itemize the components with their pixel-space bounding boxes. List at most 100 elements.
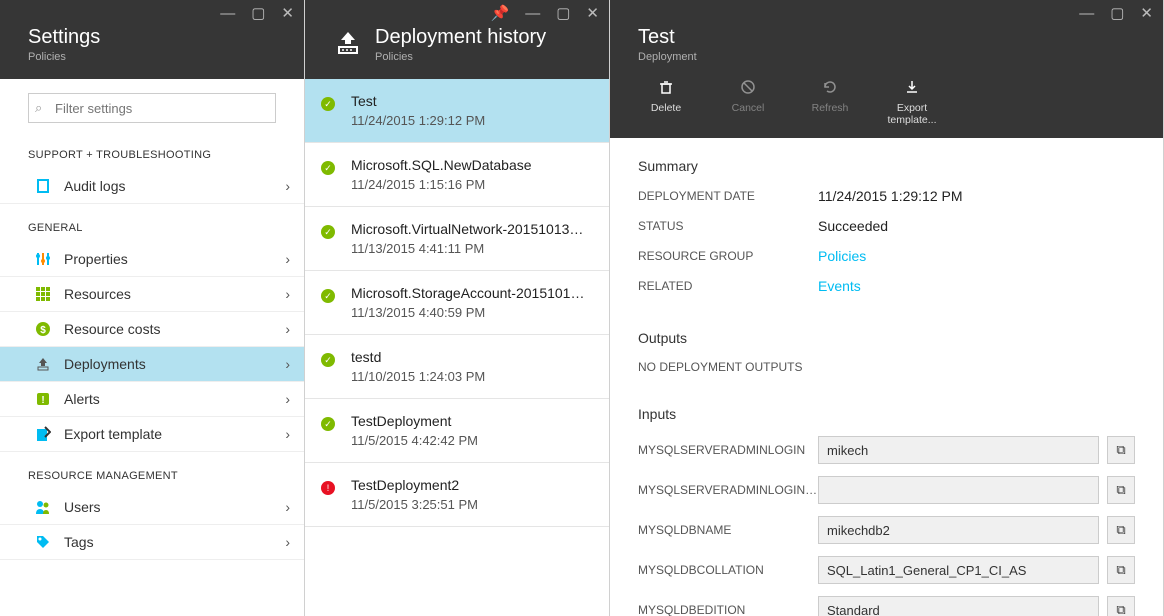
export-button[interactable]: Export template... <box>886 79 938 126</box>
input-row: MYSQLSERVERADMINLOGINmikech⧉ <box>638 436 1135 464</box>
history-list: ✓Test11/24/2015 1:29:12 PM✓Microsoft.SQL… <box>305 79 609 616</box>
menu-label: Alerts <box>64 391 285 407</box>
maximize-icon[interactable]: ▢ <box>556 6 570 21</box>
deployment-row[interactable]: ✓Microsoft.SQL.NewDatabase11/24/2015 1:1… <box>305 143 609 207</box>
deployment-date: 11/13/2015 4:40:59 PM <box>351 305 591 320</box>
filter-settings-input[interactable] <box>28 93 276 123</box>
chevron-right-icon: › <box>285 321 290 337</box>
menu-item-alerts[interactable]: ! Alerts› <box>0 382 304 417</box>
menu-item-resources[interactable]: Resources› <box>0 277 304 312</box>
cmd-label: Refresh <box>812 103 849 115</box>
input-value[interactable] <box>818 476 1099 504</box>
input-value[interactable]: mikechdb2 <box>818 516 1099 544</box>
input-value[interactable]: mikech <box>818 436 1099 464</box>
detail-header: — ▢ ✕ Test Deployment DeleteCancelRefres… <box>610 0 1163 138</box>
minimize-icon[interactable]: — <box>525 6 540 21</box>
settings-header: — ▢ ✕ Settings Policies <box>0 0 304 79</box>
success-icon: ✓ <box>321 289 335 303</box>
outputs-empty-text: NO DEPLOYMENT OUTPUTS <box>638 360 1135 374</box>
input-value[interactable]: SQL_Latin1_General_CP1_CI_AS <box>818 556 1099 584</box>
chevron-right-icon: › <box>285 356 290 372</box>
chevron-right-icon: › <box>285 178 290 194</box>
input-key: MYSQLDBEDITION <box>638 603 818 616</box>
input-row: MYSQLDBEDITIONStandard ⧉ <box>638 596 1135 616</box>
summary-key: RELATED <box>638 279 818 293</box>
cmd-label: Export template... <box>886 103 938 126</box>
trash-icon <box>658 79 674 99</box>
menu-item-export-template[interactable]: Export template› <box>0 417 304 452</box>
summary-row: STATUSSucceeded <box>638 218 1135 234</box>
delete-button[interactable]: Delete <box>640 79 692 126</box>
close-icon[interactable]: ✕ <box>586 6 599 21</box>
chevron-right-icon: › <box>285 426 290 442</box>
history-subtitle: Policies <box>375 51 595 63</box>
cancel-button: Cancel <box>722 79 774 126</box>
maximize-icon[interactable]: ▢ <box>1110 6 1124 21</box>
summary-heading: Summary <box>638 158 1135 174</box>
menu-item-audit-logs[interactable]: Audit logs› <box>0 169 304 204</box>
input-value[interactable]: Standard <box>818 596 1099 616</box>
sliders-icon <box>32 251 54 267</box>
input-key: MYSQLDBCOLLATION <box>638 563 818 577</box>
deployment-row[interactable]: ✓Test11/24/2015 1:29:12 PM <box>305 79 609 143</box>
menu-label: Properties <box>64 251 285 267</box>
menu-label: Export template <box>64 426 285 442</box>
menu-item-tags[interactable]: Tags› <box>0 525 304 560</box>
summary-row: DEPLOYMENT DATE11/24/2015 1:29:12 PM <box>638 188 1135 204</box>
summary-value[interactable]: Policies <box>818 248 866 264</box>
download-icon <box>904 79 920 99</box>
deployment-date: 11/24/2015 1:15:16 PM <box>351 177 591 192</box>
copy-button[interactable]: ⧉ <box>1107 436 1135 464</box>
settings-subtitle: Policies <box>28 51 290 63</box>
chevron-right-icon: › <box>285 391 290 407</box>
export-icon <box>32 426 54 442</box>
menu-label: Tags <box>64 534 285 550</box>
deployment-name: Test <box>351 93 591 109</box>
settings-body: ⌕ SUPPORT + TROUBLESHOOTINGAudit logs›GE… <box>0 79 304 616</box>
summary-row: RESOURCE GROUPPolicies <box>638 248 1135 264</box>
alert-icon: ! <box>32 391 54 407</box>
deployment-row[interactable]: ✓Microsoft.VirtualNetwork-20151013164...… <box>305 207 609 271</box>
minimize-icon[interactable]: — <box>1079 6 1094 21</box>
success-icon: ✓ <box>321 97 335 111</box>
copy-button[interactable]: ⧉ <box>1107 556 1135 584</box>
deployment-name: Microsoft.StorageAccount-2015101316... <box>351 285 591 301</box>
menu-label: Audit logs <box>64 178 285 194</box>
maximize-icon[interactable]: ▢ <box>251 6 265 21</box>
close-icon[interactable]: ✕ <box>281 6 294 21</box>
refresh-icon <box>822 79 838 99</box>
deployment-date: 11/10/2015 1:24:03 PM <box>351 369 591 384</box>
cmd-label: Delete <box>651 103 681 115</box>
command-bar: Delete Cancel Refresh Export template... <box>638 63 1149 126</box>
copy-button[interactable]: ⧉ <box>1107 516 1135 544</box>
input-row: MYSQLDBCOLLATIONSQL_Latin1_General_CP1_C… <box>638 556 1135 584</box>
deployment-name: TestDeployment <box>351 413 591 429</box>
close-icon[interactable]: ✕ <box>1140 6 1153 21</box>
summary-value[interactable]: Events <box>818 278 861 294</box>
pin-icon[interactable]: 📌 <box>491 6 510 21</box>
minimize-icon[interactable]: — <box>220 6 235 21</box>
copy-button[interactable]: ⧉ <box>1107 476 1135 504</box>
menu-item-users[interactable]: Users› <box>0 490 304 525</box>
svg-text:$: $ <box>40 325 46 336</box>
input-row: MYSQLDBNAMEmikechdb2 ⧉ <box>638 516 1135 544</box>
detail-body: Summary DEPLOYMENT DATE11/24/2015 1:29:1… <box>610 138 1163 616</box>
deployment-row[interactable]: !TestDeployment211/5/2015 3:25:51 PM <box>305 463 609 527</box>
history-header: 📌 — ▢ ✕ Deployment history Policies <box>305 0 609 79</box>
deployment-row[interactable]: ✓TestDeployment11/5/2015 4:42:42 PM <box>305 399 609 463</box>
success-icon: ✓ <box>321 353 335 367</box>
copy-button[interactable]: ⧉ <box>1107 596 1135 616</box>
input-key: MYSQLDBNAME <box>638 523 818 537</box>
deployment-name: testd <box>351 349 591 365</box>
summary-value: Succeeded <box>818 218 888 234</box>
menu-item-deployments[interactable]: Deployments› <box>0 347 304 382</box>
deployment-row[interactable]: ✓ Microsoft.StorageAccount-2015101316... 1… <box>305 271 609 335</box>
menu-item-properties[interactable]: Properties› <box>0 242 304 277</box>
menu-label: Users <box>64 499 285 515</box>
menu-item-resource-costs[interactable]: $Resource costs› <box>0 312 304 347</box>
section-title: RESOURCE MANAGEMENT <box>0 452 304 490</box>
deployment-row[interactable]: ✓ testd 11/10/2015 1:24:03 PM <box>305 335 609 399</box>
cmd-label: Cancel <box>732 103 765 115</box>
refresh-button: Refresh <box>804 79 856 126</box>
chevron-right-icon: › <box>285 534 290 550</box>
